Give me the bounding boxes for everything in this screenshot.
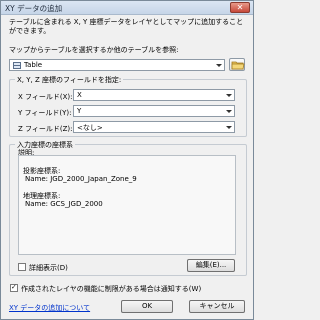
chevron-down-icon[interactable] (224, 122, 234, 132)
table-select-dropdown[interactable]: Table (9, 59, 225, 71)
chevron-down-icon[interactable] (224, 106, 234, 116)
warn-limitations-checkbox[interactable] (10, 283, 18, 292)
show-details-label[interactable]: 詳細表示(D) (29, 263, 68, 273)
folder-icon (231, 61, 245, 70)
chevron-down-icon[interactable] (224, 90, 234, 100)
x-field-dropdown[interactable]: X (73, 89, 235, 101)
show-details-checkbox[interactable] (18, 263, 26, 271)
cancel-button[interactable]: キャンセル (189, 300, 245, 313)
geographic-cs-name: Name: GCS_JGD_2000 (25, 200, 103, 208)
warn-limitations-label[interactable]: 作成されたレイヤの機能に制限がある場合は通知する(W) (21, 284, 201, 294)
browse-button[interactable] (229, 58, 245, 71)
z-field-label: Z フィールド(Z): (18, 125, 73, 133)
x-field-label: X フィールド(X): (18, 93, 73, 101)
help-link[interactable]: XY データの追加について (9, 303, 90, 313)
coordinate-system-description[interactable]: 投影座標系: Name: JGD_2000_Japan_Zone_9 地理座標系… (18, 155, 236, 255)
edit-button[interactable]: 編集(E)... (187, 259, 235, 272)
table-select-label: マップからテーブルを選択するか他のテーブルを参照: (9, 46, 179, 54)
close-icon[interactable]: ✕ (230, 2, 250, 13)
x-field-value: X (77, 91, 82, 99)
z-field-dropdown[interactable]: <なし> (73, 121, 235, 133)
z-field-value: <なし> (77, 124, 103, 132)
table-icon (13, 62, 21, 69)
table-select-value: Table (24, 61, 43, 69)
dialog-title: XY データの追加 (5, 4, 63, 13)
chevron-down-icon[interactable] (214, 60, 224, 70)
y-field-label: Y フィールド(Y): (18, 109, 72, 117)
add-xy-data-dialog: XY データの追加 ✕ テーブルに含まれる X, Y 座標データをレイヤとしてマ… (0, 0, 254, 320)
title-bar[interactable]: XY データの追加 ✕ (1, 1, 253, 15)
y-field-dropdown[interactable]: Y (73, 105, 235, 117)
ok-button[interactable]: OK (121, 300, 173, 313)
dialog-description: テーブルに含まれる X, Y 座標データをレイヤとしてマップに追加することができ… (9, 18, 244, 35)
y-field-value: Y (77, 107, 82, 115)
fields-group-title: X, Y, Z 座標のフィールドを指定: (15, 75, 124, 85)
projected-cs-name: Name: JGD_2000_Japan_Zone_9 (25, 175, 137, 183)
